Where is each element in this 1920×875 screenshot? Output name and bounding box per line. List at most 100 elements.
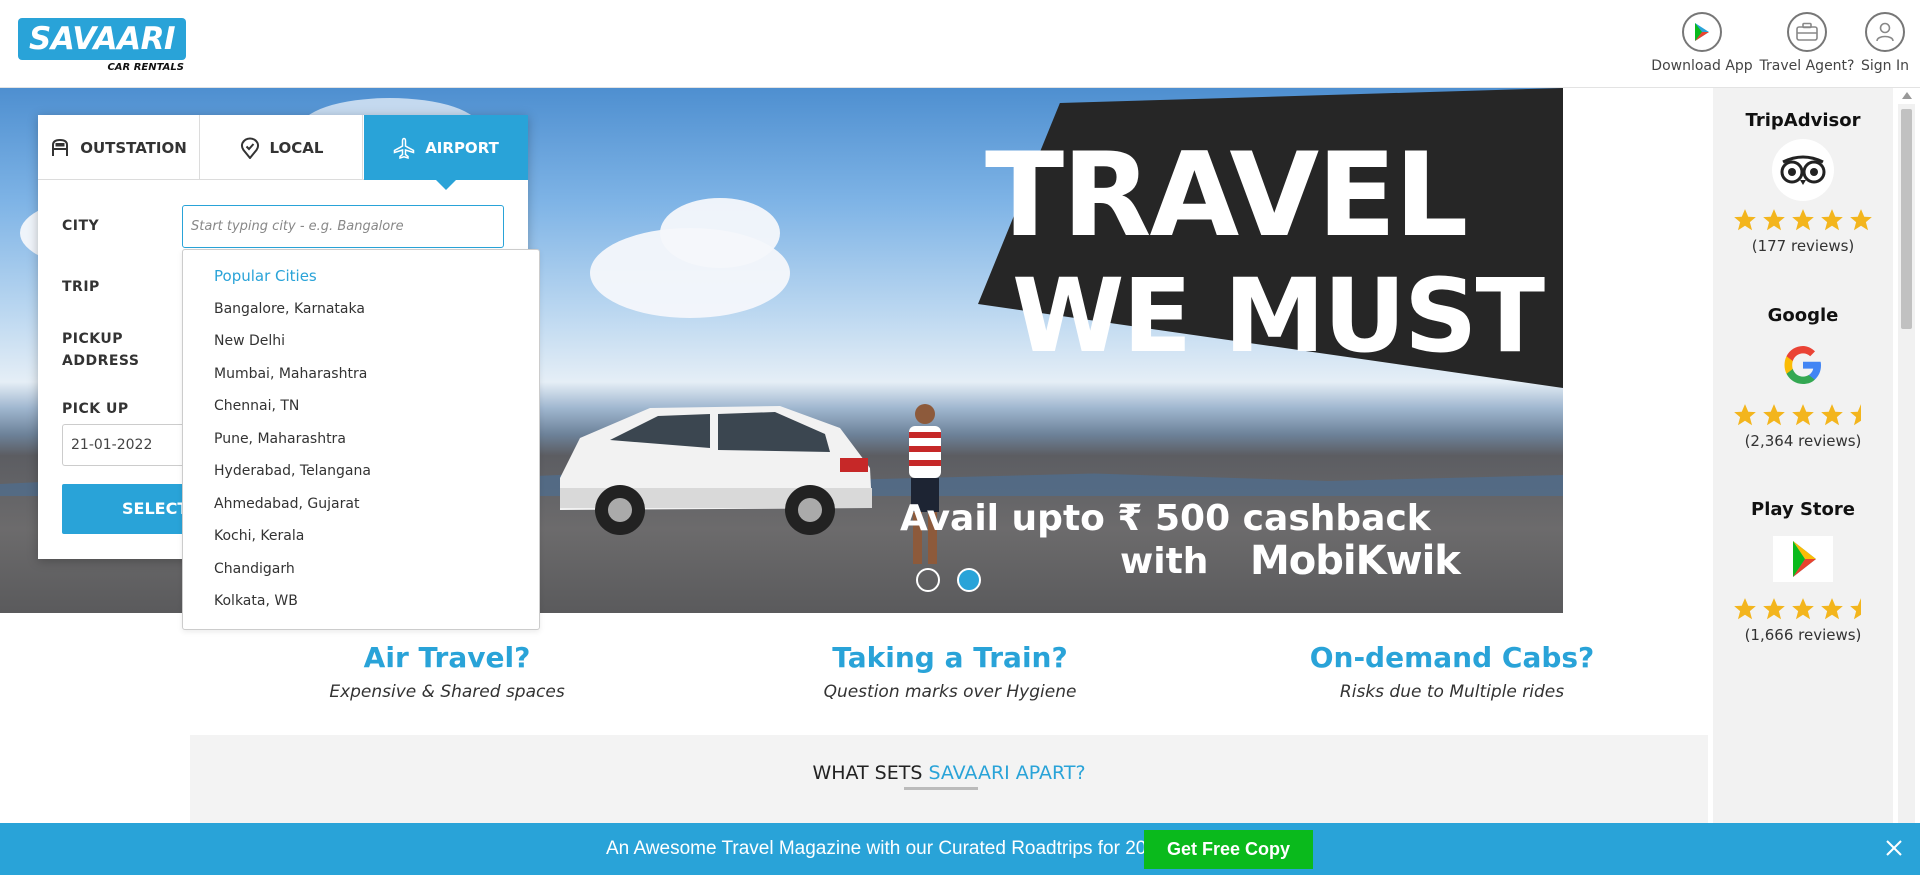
mobikwik-logo: MobiKwik: [1250, 538, 1461, 584]
carousel-dot-2[interactable]: [957, 568, 981, 592]
pickup-address-label-line2: ADDRESS: [62, 353, 140, 369]
tab-label: AIRPORT: [425, 138, 499, 157]
info-title: On-demand Cabs?: [1309, 641, 1595, 674]
section-heading: WHAT SETS SAVAARI APART?: [190, 762, 1708, 784]
sign-in-button[interactable]: Sign In: [1858, 10, 1912, 78]
ratings-sidebar: TripAdvisor (177 reviews) Google (2,364 …: [1713, 88, 1893, 823]
star-half-icon: [1850, 598, 1872, 620]
what-sets-apart-section: WHAT SETS SAVAARI APART?: [190, 735, 1708, 825]
review-count: (2,364 reviews): [1744, 432, 1862, 450]
info-subtitle: Expensive & Shared spaces: [329, 682, 565, 702]
city-label: CITY: [62, 218, 100, 234]
tab-outstation[interactable]: OUTSTATION: [38, 115, 200, 180]
city-option[interactable]: Kochi, Kerala: [214, 528, 304, 544]
person-image: [909, 404, 941, 564]
travel-agent-button[interactable]: Travel Agent?: [1759, 10, 1855, 78]
star-full-icon: [1763, 209, 1785, 231]
star-full-icon: [1821, 404, 1843, 426]
star-rating: [1713, 207, 1893, 233]
review-count: (1,666 reviews): [1744, 626, 1862, 644]
city-option[interactable]: Hyderabad, Telangana: [214, 463, 371, 479]
tab-label: OUTSTATION: [80, 138, 187, 157]
cloud-shape: [660, 198, 780, 268]
heading-underline: [904, 787, 978, 790]
city-option[interactable]: New Delhi: [214, 333, 285, 349]
city-option[interactable]: Pune, Maharashtra: [214, 431, 346, 447]
info-air-travel: Air Travel? Expensive & Shared spaces: [237, 641, 657, 702]
airplane-icon: [393, 137, 415, 159]
tripadvisor-owl-icon: [1764, 137, 1842, 203]
page-scrollbar[interactable]: [1898, 92, 1915, 824]
star-full-icon: [1792, 404, 1814, 426]
info-cabs: On-demand Cabs? Risks due to Multiple ri…: [1242, 641, 1662, 702]
star-full-icon: [1734, 209, 1756, 231]
user-icon: [1865, 12, 1905, 52]
city-input[interactable]: [182, 205, 504, 248]
rating-play-store[interactable]: Play Store (1,666 reviews): [1713, 499, 1893, 644]
get-free-copy-button[interactable]: Get Free Copy: [1144, 830, 1313, 869]
offer-with-text: with: [1120, 541, 1209, 582]
info-train: Taking a Train? Question marks over Hygi…: [740, 641, 1160, 702]
info-title: Taking a Train?: [832, 641, 1068, 674]
trip-label: TRIP: [62, 279, 100, 295]
active-tab-indicator: [435, 179, 457, 190]
cashback-offer-text: Avail upto ₹ 500 cashback: [900, 498, 1431, 539]
heading-highlight: SAVAARI APART?: [928, 762, 1086, 784]
briefcase-icon: [1787, 12, 1827, 52]
popular-cities-heading: Popular Cities: [214, 267, 317, 285]
carousel-dot-1[interactable]: [916, 568, 940, 592]
logo-wordmark: SAVAARI: [18, 18, 186, 60]
play-store-icon: [1764, 526, 1842, 592]
rating-google[interactable]: Google (2,364 reviews): [1713, 305, 1893, 450]
savaari-logo[interactable]: SAVAARI CAR RENTALS: [18, 18, 186, 74]
star-full-icon: [1763, 598, 1785, 620]
city-option[interactable]: Ahmedabad, Gujarat: [214, 496, 359, 512]
hero-headline-line1: TRAVEL: [985, 128, 1468, 263]
site-header: SAVAARI CAR RENTALS Download App Travel …: [0, 0, 1920, 88]
star-full-icon: [1792, 209, 1814, 231]
promo-text: An Awesome Travel Magazine with our Cura…: [606, 838, 1168, 859]
rating-source-name: Play Store: [1751, 499, 1855, 520]
scrollbar-thumb[interactable]: [1901, 109, 1912, 329]
star-full-icon: [1734, 404, 1756, 426]
tab-local[interactable]: LOCAL: [201, 115, 363, 180]
info-subtitle: Question marks over Hygiene: [823, 682, 1077, 702]
play-store-icon: [1682, 12, 1722, 52]
city-option[interactable]: Chandigarh: [214, 561, 295, 577]
city-option[interactable]: Bangalore, Karnataka: [214, 301, 365, 317]
star-full-icon: [1734, 598, 1756, 620]
star-full-icon: [1763, 404, 1785, 426]
review-count: (177 reviews): [1751, 237, 1855, 255]
pickup-address-label-line1: PICKUP: [62, 331, 123, 347]
download-app-button[interactable]: Download App: [1650, 10, 1754, 78]
rating-source-name: Google: [1767, 305, 1839, 326]
scroll-up-arrow-icon[interactable]: [1902, 92, 1912, 99]
trip-type-tabs: OUTSTATION LOCAL AIRPORT: [38, 115, 528, 180]
download-app-label: Download App: [1651, 58, 1753, 74]
star-full-icon: [1850, 209, 1872, 231]
city-option[interactable]: Kolkata, WB: [214, 593, 298, 609]
star-rating: [1713, 596, 1893, 622]
google-g-icon: [1764, 332, 1842, 398]
info-subtitle: Risks due to Multiple rides: [1339, 682, 1565, 702]
tab-label: LOCAL: [269, 138, 324, 157]
rating-tripadvisor[interactable]: TripAdvisor (177 reviews): [1713, 110, 1893, 255]
star-rating: [1713, 402, 1893, 428]
star-full-icon: [1792, 598, 1814, 620]
rating-source-name: TripAdvisor: [1745, 110, 1861, 131]
heading-prefix: WHAT SETS: [812, 762, 929, 784]
close-icon[interactable]: [1883, 837, 1905, 859]
travel-agent-label: Travel Agent?: [1759, 58, 1855, 74]
white-suv-image: [560, 406, 872, 535]
tab-airport[interactable]: AIRPORT: [364, 115, 528, 180]
hero-headline-line2: WE MUST: [1012, 257, 1545, 376]
location-pin-icon: [240, 136, 259, 159]
logo-tagline: CAR RENTALS: [107, 62, 184, 73]
star-full-icon: [1821, 209, 1843, 231]
star-half-icon: [1850, 404, 1872, 426]
city-option[interactable]: Chennai, TN: [214, 398, 299, 414]
city-option[interactable]: Mumbai, Maharashtra: [214, 366, 367, 382]
star-full-icon: [1821, 598, 1843, 620]
pickup-date-field[interactable]: 21-01-2022: [62, 424, 202, 466]
info-title: Air Travel?: [363, 641, 531, 674]
